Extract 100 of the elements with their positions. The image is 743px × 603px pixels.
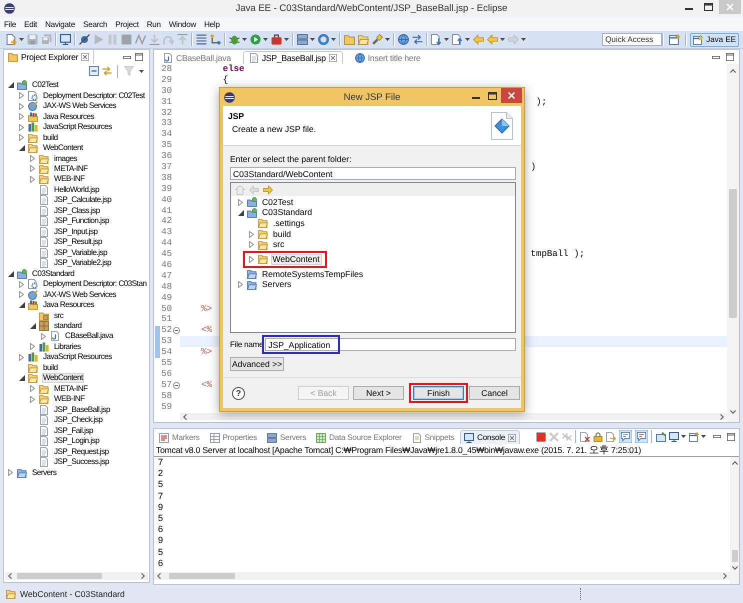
dialog-button[interactable]: Finish [413, 386, 464, 400]
tree-item[interactable]: standard [53, 321, 83, 332]
file-plus-icon[interactable] [6, 34, 17, 45]
caret-right-icon[interactable] [41, 332, 46, 340]
close-icon[interactable] [81, 53, 90, 61]
help-button[interactable]: ? [232, 386, 245, 400]
chevron-left-icon[interactable] [8, 573, 12, 579]
tab[interactable]: Insert title here [348, 51, 427, 64]
tree-item[interactable]: Servers [31, 468, 58, 478]
scrollbar[interactable] [180, 413, 727, 420]
scrollbar[interactable] [727, 64, 739, 422]
tree-item[interactable]: WEB-INF [53, 174, 86, 184]
tree-item[interactable]: images [53, 154, 78, 164]
caret-down-icon[interactable] [8, 82, 14, 88]
window-plus-icon[interactable] [689, 432, 699, 442]
flashlight-icon[interactable] [372, 34, 383, 45]
tab[interactable]: Snippets [408, 430, 458, 444]
close-icon[interactable] [501, 88, 522, 103]
tree-item[interactable]: WEB-INF [53, 394, 86, 404]
list-icon[interactable] [196, 34, 207, 45]
ring-icon[interactable] [318, 34, 329, 45]
maximize-icon[interactable] [726, 53, 734, 61]
tree-item[interactable]: .settings [271, 218, 307, 229]
menu-item[interactable]: Project [115, 18, 139, 30]
caret-right-icon[interactable] [19, 354, 24, 361]
chevron-left-icon[interactable] [157, 573, 161, 579]
caret-icon[interactable] [701, 435, 706, 438]
scrollbar[interactable] [154, 572, 730, 580]
caret-right-icon[interactable] [8, 469, 13, 476]
minus-circle-icon[interactable] [172, 327, 180, 334]
pin-icon[interactable] [656, 432, 666, 442]
chevron-up-icon[interactable] [730, 69, 736, 73]
page-arrow-icon[interactable] [606, 432, 616, 442]
minus-box-icon[interactable] [89, 66, 99, 76]
chevron-right-icon[interactable] [723, 573, 727, 579]
caret-icon[interactable] [331, 38, 336, 41]
dialog-button[interactable]: Cancel [469, 386, 520, 400]
caret-right-icon[interactable] [19, 113, 24, 120]
caret-right-icon[interactable] [249, 230, 254, 238]
lock-icon[interactable] [593, 432, 603, 442]
maximize-icon[interactable] [704, 3, 713, 11]
tree-item[interactable]: C03Standard [260, 207, 314, 218]
caret-down-icon[interactable] [18, 302, 24, 308]
caret-right-icon[interactable] [238, 281, 243, 288]
close-icon[interactable] [328, 54, 337, 62]
play-circle-icon[interactable] [250, 34, 261, 45]
close-icon[interactable] [508, 434, 516, 442]
menu-item[interactable]: Help [204, 18, 220, 30]
scroll-thumb[interactable] [17, 573, 102, 579]
speech-bubble-icon[interactable] [619, 430, 632, 443]
tree-item[interactable]: JSP_Request.jsp [53, 446, 110, 457]
file-name-field[interactable]: JSP_Application [265, 338, 516, 351]
scroll-thumb[interactable] [169, 573, 235, 579]
tree-item[interactable]: JSP_Check.jsp [53, 415, 104, 426]
caret-down-icon[interactable] [30, 323, 36, 330]
caret-right-icon[interactable] [248, 256, 254, 263]
dialog-button[interactable]: Next > [353, 386, 404, 400]
caret-right-icon[interactable] [30, 396, 35, 403]
advanced-button[interactable]: Advanced >> [230, 357, 284, 371]
speech-bubble-icon[interactable] [635, 430, 648, 443]
branch-icon[interactable] [210, 34, 221, 45]
tree-item[interactable]: C03Standard [31, 268, 76, 279]
tab[interactable]: Markers [155, 430, 204, 444]
tree-item[interactable]: JSP_Calculate.jsp [53, 195, 112, 206]
minus-circle-icon[interactable] [172, 382, 180, 389]
page-arrow-up-icon[interactable] [452, 34, 463, 45]
caret-icon[interactable] [385, 38, 390, 41]
stop-icon[interactable] [536, 432, 546, 442]
caret-right-icon[interactable] [238, 198, 243, 206]
window-plus-icon[interactable] [669, 34, 680, 45]
tree-item[interactable]: META-INF [53, 384, 89, 394]
caret-right-icon[interactable] [30, 385, 35, 392]
caret-down-icon[interactable] [18, 145, 24, 152]
caret-icon[interactable] [500, 38, 505, 41]
tree-item[interactable]: WebContent [42, 143, 84, 154]
caret-right-icon[interactable] [19, 280, 24, 288]
tree-item[interactable]: build [42, 362, 59, 373]
menu-item[interactable]: Edit [24, 18, 38, 30]
menu-item[interactable]: Navigate [45, 18, 76, 30]
caret-icon[interactable] [310, 38, 315, 41]
caret-right-icon[interactable] [249, 241, 254, 248]
caret-down-icon[interactable] [238, 210, 244, 216]
tree-item[interactable]: JSP_Class.jsp [53, 206, 101, 216]
menu-item[interactable]: Run [146, 18, 161, 30]
tab[interactable]: JSP_BaseBall.jsp [242, 51, 343, 64]
perspective-button[interactable]: Java EE [690, 32, 739, 46]
folder-icon[interactable] [358, 34, 369, 45]
menu-item[interactable]: File [4, 18, 16, 30]
tree-item[interactable]: Java Resources [42, 300, 96, 310]
bug-icon[interactable] [229, 34, 240, 45]
caret-icon[interactable] [444, 38, 449, 41]
arrows-icon[interactable] [412, 34, 423, 45]
folder-icon[interactable] [344, 34, 355, 45]
tree-item[interactable]: Deployment Descriptor: C03Stan [42, 279, 148, 290]
tree-item[interactable]: WebContent [42, 373, 84, 384]
tree-item[interactable]: build [42, 132, 59, 143]
caret-right-icon[interactable] [19, 92, 24, 100]
tree-item[interactable]: src [271, 239, 286, 250]
tree-item[interactable]: JSP_BaseBall.jsp [53, 404, 111, 415]
caret-down-icon[interactable] [8, 270, 14, 277]
